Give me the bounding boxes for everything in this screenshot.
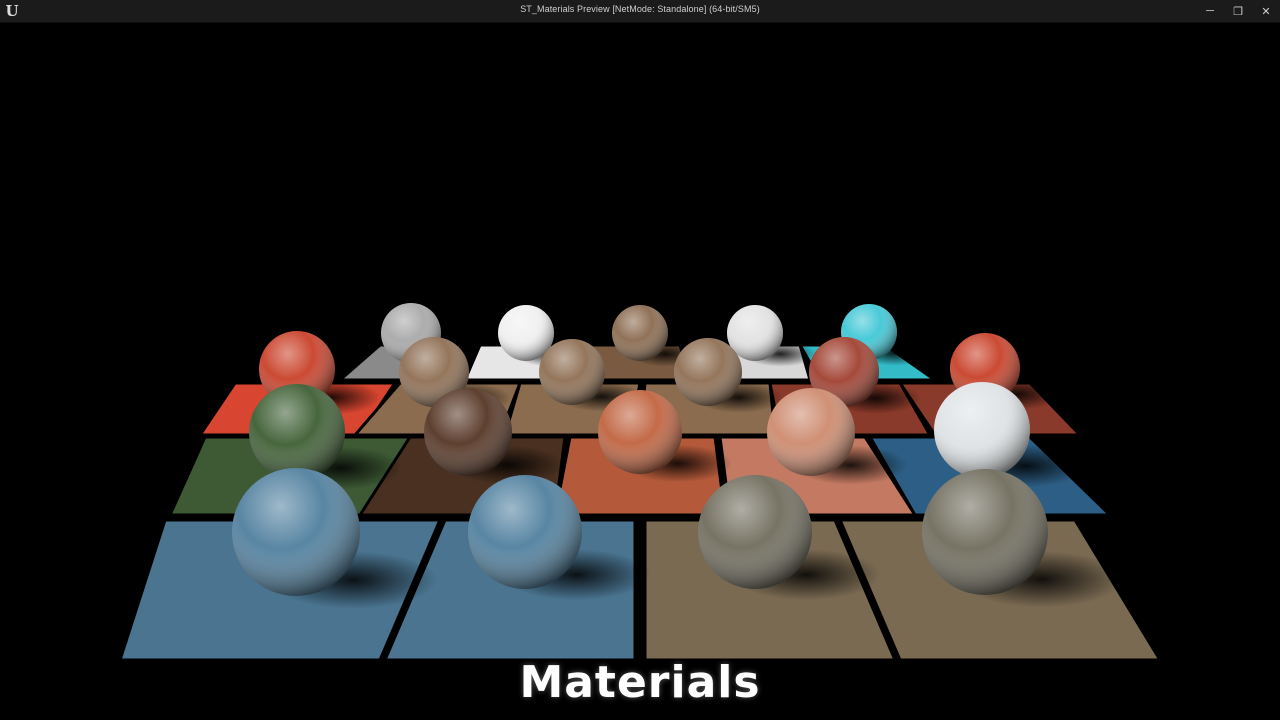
minimize-icon: ─: [1206, 5, 1214, 17]
restore-icon: ❐: [1233, 5, 1243, 18]
close-button[interactable]: ✕: [1252, 0, 1280, 22]
material-sphere-weathered-wood: [698, 475, 812, 589]
game-viewport[interactable]: [0, 23, 1280, 720]
material-preview-scene: [117, 303, 1163, 662]
material-sphere-blue-water: [232, 468, 360, 596]
material-sphere-wood-planks: [612, 305, 668, 361]
material-sphere-red-brick: [598, 390, 682, 474]
material-sphere-wood-parquet: [539, 339, 605, 405]
minimize-button[interactable]: ─: [1196, 0, 1224, 22]
material-sphere-pale-brick: [767, 388, 855, 476]
material-sphere-blue-water: [468, 475, 582, 589]
restore-button[interactable]: ❐: [1224, 0, 1252, 22]
material-sphere-weathered-wood: [922, 469, 1048, 595]
close-icon: ✕: [1261, 5, 1271, 18]
title-bar[interactable]: U ST_Materials Preview [NetMode: Standal…: [0, 0, 1280, 23]
material-sphere-dark-wood: [424, 388, 512, 476]
material-sphere-wood-parquet: [674, 338, 742, 406]
window-title: ST_Materials Preview [NetMode: Standalon…: [520, 4, 760, 14]
game-window: U ST_Materials Preview [NetMode: Standal…: [0, 0, 1280, 720]
material-sphere-blue-white-tile: [934, 382, 1030, 478]
materials-caption: Materials: [519, 657, 761, 708]
material-sphere-green-wood: [249, 384, 345, 480]
